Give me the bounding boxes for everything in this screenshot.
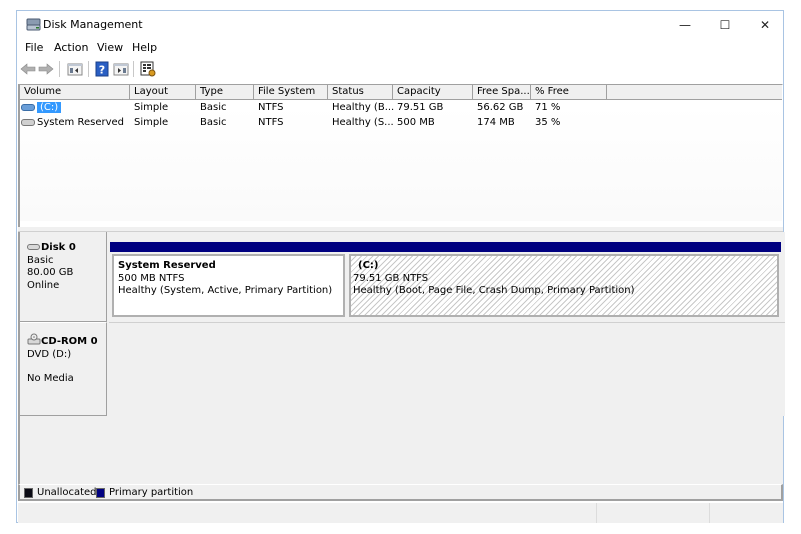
help-icon[interactable]: ? (94, 61, 110, 77)
volume-file-system: NTFS (258, 102, 284, 113)
column-header-type[interactable]: Type (196, 85, 254, 100)
volume-type: Basic (200, 102, 227, 113)
partition-name: System Reserved (118, 260, 216, 271)
toolbar: ? (17, 57, 783, 81)
disk-type: Basic (27, 254, 54, 266)
column-header-layout[interactable]: Layout (130, 85, 196, 100)
menu-bar: File Action View Help (17, 39, 783, 57)
volume-capacity: 500 MB (397, 117, 435, 128)
disk-media: No Media (27, 373, 74, 384)
cdrom-0-label[interactable]: CD-ROM 0 DVD (D:) No Media (20, 322, 107, 416)
column-header-free-space[interactable]: Free Spa... (473, 85, 531, 100)
close-icon: ✕ (759, 18, 771, 32)
disk-management-window: Disk Management — ☐ ✕ File Action View H… (16, 10, 785, 523)
volume-percent-free: 71 % (535, 102, 561, 113)
properties-icon[interactable] (140, 61, 156, 77)
toolbar-separator (88, 61, 89, 77)
legend-item-unallocated: Unallocated (24, 487, 97, 498)
volume-list: Volume Layout Type File System Status Ca… (18, 84, 783, 227)
minimize-button[interactable]: — (665, 11, 705, 39)
hard-disk-icon (27, 244, 40, 250)
disk-state: Online (27, 279, 60, 291)
toolbar-separator (59, 61, 60, 77)
partition-c-drive[interactable]: (C:) 79.51 GB NTFS Healthy (Boot, Page F… (347, 242, 781, 319)
menu-action[interactable]: Action (54, 41, 88, 54)
console-tree-icon[interactable] (67, 61, 83, 77)
legend-swatch (96, 487, 105, 498)
cd-rom-icon (27, 333, 41, 345)
volume-icon (21, 103, 35, 111)
maximize-button[interactable]: ☐ (705, 11, 745, 39)
table-row[interactable]: (C:) Simple Basic NTFS Healthy (B... 79.… (20, 100, 782, 115)
maximize-icon: ☐ (719, 18, 731, 32)
volume-status: Healthy (B... (332, 102, 395, 113)
legend-label: Unallocated (37, 487, 97, 498)
status-bar-panel (596, 503, 709, 523)
column-header-capacity[interactable]: Capacity (393, 85, 473, 100)
volume-free-space: 174 MB (477, 117, 515, 128)
volume-icon (21, 118, 35, 126)
volume-layout: Simple (134, 102, 169, 113)
disk-size: 80.00 GB (27, 267, 74, 278)
toolbar-separator (133, 61, 134, 77)
column-header-status[interactable]: Status (328, 85, 393, 100)
volume-name: System Reserved (37, 117, 125, 128)
column-header-percent-free[interactable]: % Free (531, 85, 607, 100)
partition-status: Healthy (System, Active, Primary Partiti… (118, 285, 333, 296)
partition-name: (C:) (358, 260, 379, 271)
disk-map: Disk 0 Basic 80.00 GB Online System Rese… (18, 232, 785, 484)
forward-icon[interactable] (38, 61, 54, 77)
partition-size-fs: 79.51 GB NTFS (353, 272, 429, 284)
menu-view[interactable]: View (97, 41, 123, 54)
volume-capacity: 79.51 GB (397, 102, 444, 113)
volume-file-system: NTFS (258, 117, 284, 128)
volume-free-space: 56.62 GB (477, 102, 524, 113)
legend-item-primary-partition: Primary partition (96, 487, 193, 498)
menu-help[interactable]: Help (132, 41, 157, 54)
legend: Unallocated Primary partition (18, 484, 783, 501)
close-button[interactable]: ✕ (745, 11, 785, 39)
minimize-icon: — (679, 18, 691, 32)
primary-partition-bar (347, 242, 781, 252)
menu-file[interactable]: File (25, 41, 43, 54)
partition-size-fs: 500 MB NTFS (118, 272, 185, 284)
volume-percent-free: 35 % (535, 117, 561, 128)
disk-0-label[interactable]: Disk 0 Basic 80.00 GB Online (20, 232, 107, 322)
volume-status: Healthy (S... (332, 117, 394, 128)
action-pane-icon[interactable] (113, 61, 129, 77)
disk-name: CD-ROM 0 (41, 336, 98, 347)
legend-label: Primary partition (109, 487, 194, 498)
volume-name: (C:) (37, 102, 62, 113)
disk-management-icon (26, 18, 41, 31)
volume-type: Basic (200, 117, 227, 128)
partition-status: Healthy (Boot, Page File, Crash Dump, Pr… (353, 285, 635, 296)
primary-partition-bar (110, 242, 347, 252)
volume-list-header: Volume Layout Type File System Status Ca… (20, 85, 782, 100)
column-header-volume[interactable]: Volume (20, 85, 130, 100)
svg-text:?: ? (99, 64, 105, 77)
legend-swatch (24, 487, 33, 498)
disk-type: DVD (D:) (27, 348, 72, 360)
back-icon[interactable] (20, 61, 36, 77)
window-title: Disk Management (43, 18, 143, 31)
disk-name: Disk 0 (41, 242, 76, 253)
cdrom-0-area (109, 322, 785, 416)
column-header-file-system[interactable]: File System (254, 85, 328, 100)
table-row[interactable]: System Reserved Simple Basic NTFS Health… (20, 115, 782, 130)
status-bar-panel (709, 503, 783, 523)
partition-system-reserved[interactable]: System Reserved 500 MB NTFS Healthy (Sys… (110, 242, 347, 319)
status-bar (18, 503, 783, 523)
disk-0-partitions: System Reserved 500 MB NTFS Healthy (Sys… (109, 232, 785, 322)
volume-layout: Simple (134, 117, 169, 128)
title-bar[interactable]: Disk Management — ☐ ✕ (17, 11, 783, 39)
